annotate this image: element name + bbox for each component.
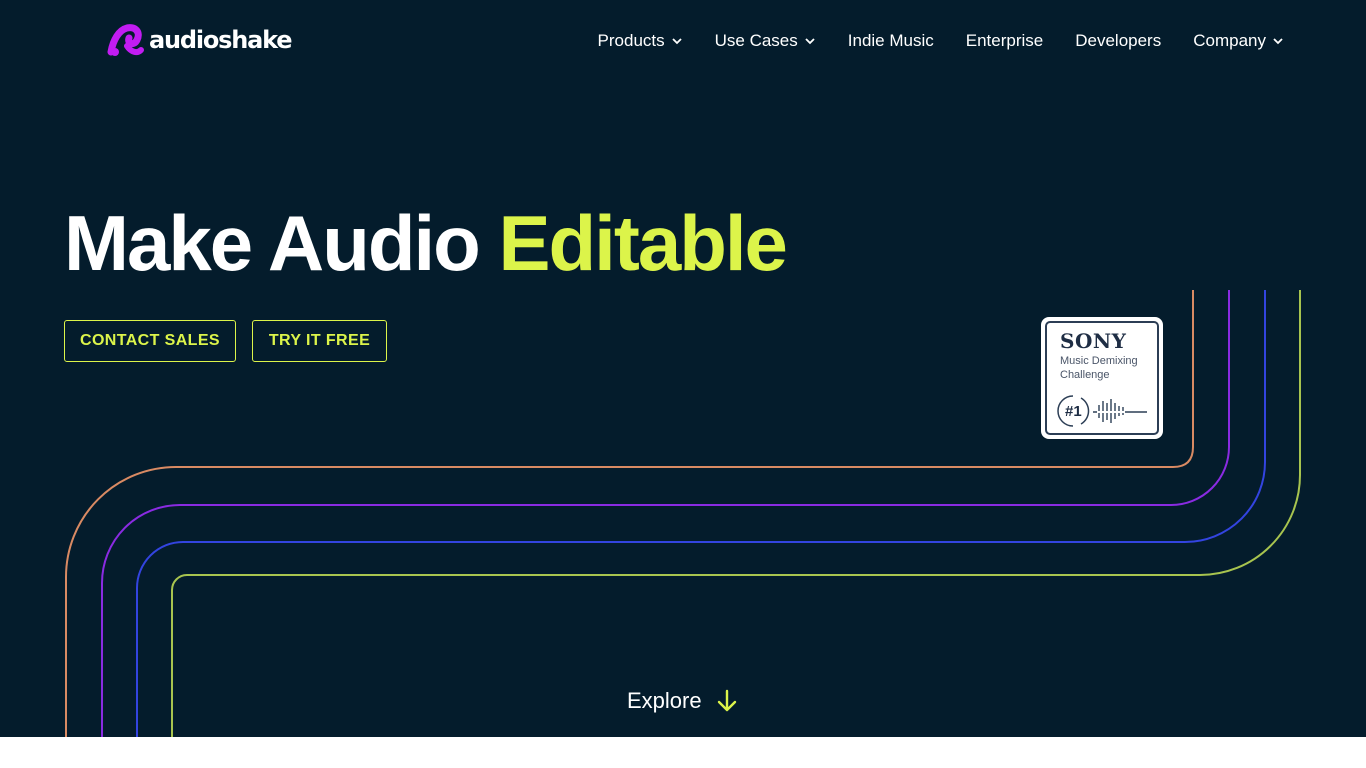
explore-link[interactable]: Explore	[627, 685, 738, 717]
hero-title-main: Make Audio	[64, 199, 499, 287]
hero-title-accent: Editable	[498, 199, 788, 287]
nav-label: Company	[1193, 31, 1266, 50]
nav-use-cases[interactable]: Use Cases	[715, 28, 816, 54]
brand-logo[interactable]: audioshake	[107, 22, 293, 58]
badge-line-2: Challenge	[1060, 369, 1110, 381]
badge-rank: #1	[1065, 403, 1082, 420]
badge-line-1: Music Demixing	[1060, 355, 1138, 367]
sony-challenge-badge: SONY Music Demixing Challenge #1	[1041, 317, 1163, 439]
nav-developers[interactable]: Developers	[1075, 28, 1161, 54]
nav-products[interactable]: Products	[598, 28, 683, 54]
badge-frame: SONY Music Demixing Challenge #1	[1045, 321, 1159, 435]
chevron-down-icon	[671, 38, 682, 45]
try-it-free-button[interactable]: TRY IT FREE	[252, 320, 387, 362]
explore-label: Explore	[627, 688, 702, 713]
nav-indie-music[interactable]: Indie Music	[848, 28, 934, 54]
brand-name: audioshake	[149, 26, 293, 54]
nav-label: Developers	[1075, 31, 1162, 50]
main-nav: Products Use Cases Indie Music Enterpris…	[598, 28, 1284, 54]
nav-company[interactable]: Company	[1193, 28, 1284, 54]
badge-brand: SONY	[1060, 329, 1127, 353]
arrow-down-icon	[717, 689, 736, 712]
nav-label: Products	[597, 31, 665, 50]
hero-section: audioshake Products Use Cases Indie Musi…	[0, 0, 1366, 737]
nav-label: Use Cases	[714, 31, 798, 50]
contact-sales-button[interactable]: CONTACT SALES	[64, 320, 236, 362]
audioshake-logo-icon	[107, 24, 144, 56]
waveform-icon: #1	[1057, 395, 1147, 427]
hero-title: Make Audio Editable	[64, 198, 788, 288]
nav-label: Enterprise	[965, 31, 1044, 50]
chevron-down-icon	[805, 38, 815, 45]
nav-label: Indie Music	[847, 31, 934, 50]
chevron-down-icon	[1273, 38, 1283, 45]
nav-enterprise[interactable]: Enterprise	[966, 28, 1043, 54]
